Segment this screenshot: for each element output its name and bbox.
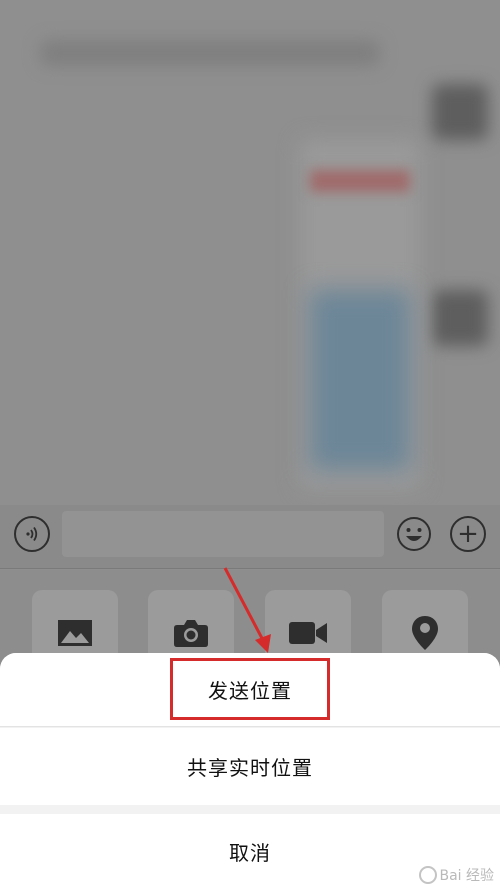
- avatar: [432, 84, 488, 140]
- share-live-location-label: 共享实时位置: [187, 756, 313, 780]
- chat-background: [0, 0, 500, 570]
- share-live-location-button[interactable]: 共享实时位置: [0, 728, 500, 805]
- image-icon: [58, 620, 92, 646]
- message-image-blurred: [310, 290, 410, 470]
- watermark: Bai 经验: [419, 865, 494, 885]
- plus-icon[interactable]: +: [450, 516, 486, 552]
- paw-icon: [419, 866, 438, 884]
- camera-icon: [174, 620, 208, 647]
- message-input[interactable]: [62, 511, 384, 557]
- emoji-icon[interactable]: [396, 516, 432, 552]
- cancel-label: 取消: [229, 841, 271, 865]
- action-sheet: 发送位置 共享实时位置 取消: [0, 653, 500, 889]
- avatar: [432, 290, 488, 346]
- message-content-blurred: [310, 170, 410, 192]
- watermark-text: Bai 经验: [439, 868, 494, 884]
- voice-icon[interactable]: [14, 516, 50, 552]
- video-call-icon: [289, 622, 327, 644]
- chat-title-blurred: [40, 40, 380, 66]
- annotation-arrow: [223, 567, 271, 653]
- location-pin-icon: [412, 616, 438, 650]
- annotation-highlight-box: [170, 658, 330, 720]
